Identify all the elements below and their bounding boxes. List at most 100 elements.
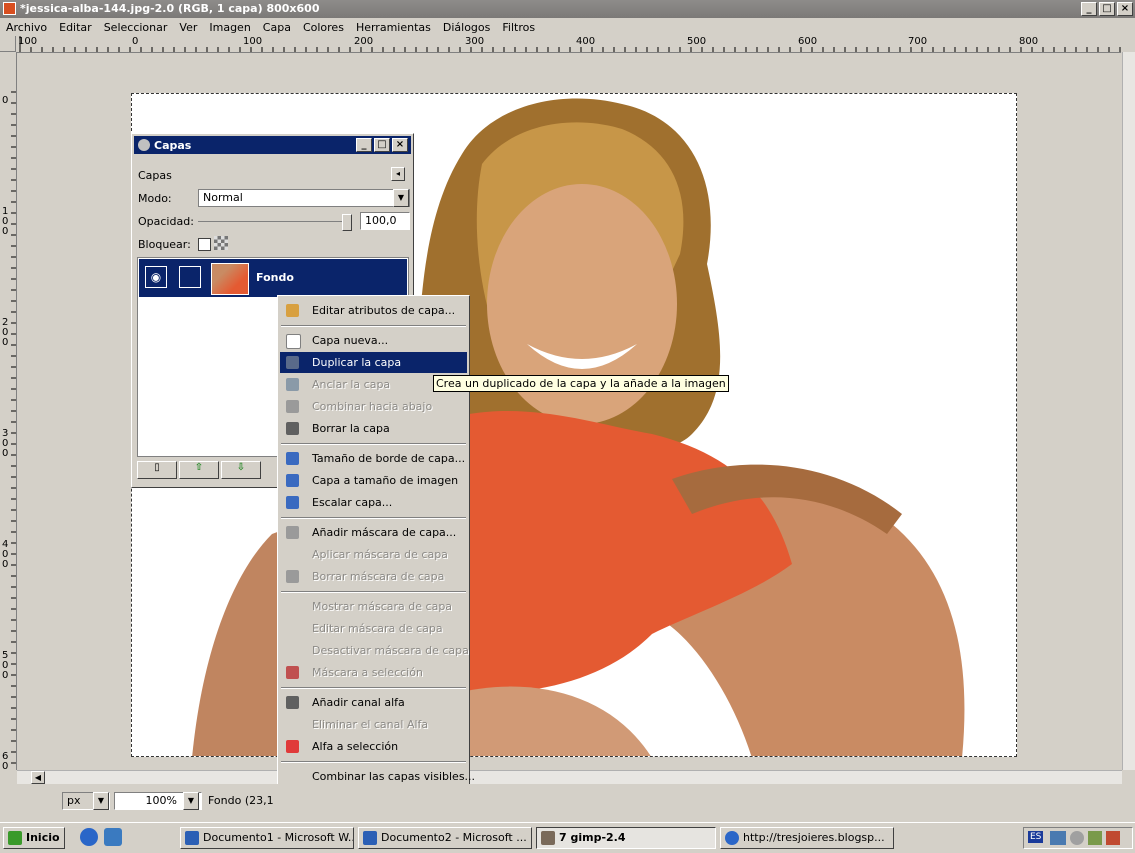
- ie-quicklaunch-icon[interactable]: [80, 828, 98, 846]
- vruler-label: 100: [2, 206, 9, 237]
- start-button[interactable]: Inicio: [3, 827, 65, 849]
- layers-section-label: Capas: [138, 169, 172, 182]
- gimp-app-icon[interactable]: [3, 2, 16, 15]
- close-button[interactable]: ×: [1117, 2, 1133, 16]
- menu-herramientas[interactable]: Herramientas: [350, 21, 437, 34]
- task-browser[interactable]: http://tresjoieres.blogsp...: [720, 827, 894, 849]
- horizontal-ruler[interactable]: 100 0 100 200 300 400 500 600 700 800: [16, 36, 1121, 53]
- hruler-label: 300: [465, 36, 485, 47]
- menu-item[interactable]: Editar atributos de capa...: [280, 300, 467, 321]
- minimize-button[interactable]: _: [1081, 2, 1097, 16]
- menu-editar[interactable]: Editar: [53, 21, 98, 34]
- menu-item[interactable]: Escalar capa...: [280, 492, 467, 513]
- menu-item[interactable]: Mostrar máscara de capa: [280, 596, 467, 617]
- menu-seleccionar[interactable]: Seleccionar: [98, 21, 174, 34]
- menu-item-label: Duplicar la capa: [312, 356, 402, 369]
- dialog-close-button[interactable]: ×: [392, 138, 408, 152]
- merge-down-icon: [286, 400, 299, 413]
- menu-item[interactable]: Capa nueva...: [280, 330, 467, 351]
- scale-icon: [286, 496, 299, 509]
- delete-icon: [286, 422, 299, 435]
- opacity-input[interactable]: 100,0: [360, 212, 410, 230]
- opacity-slider-track[interactable]: [198, 214, 352, 231]
- unit-value: px: [67, 794, 81, 807]
- menu-archivo[interactable]: Archivo: [0, 21, 53, 34]
- menu-capa[interactable]: Capa: [257, 21, 297, 34]
- task-gimp[interactable]: 7 gimp-2.4: [536, 827, 716, 849]
- menu-item[interactable]: Desactivar máscara de capa: [280, 640, 469, 661]
- scroll-left-button[interactable]: ◀: [31, 771, 45, 784]
- tray-app-icon[interactable]: [1070, 831, 1084, 845]
- menu-item[interactable]: Aplicar máscara de capa: [280, 544, 467, 565]
- menu-separator: [281, 325, 466, 327]
- chevron-down-icon[interactable]: ▼: [93, 792, 109, 810]
- menu-item[interactable]: Añadir canal alfa: [280, 692, 467, 713]
- menu-imagen[interactable]: Imagen: [203, 21, 256, 34]
- menu-item[interactable]: Capa a tamaño de imagen: [280, 470, 467, 491]
- chevron-down-icon[interactable]: ▼: [183, 792, 199, 810]
- menu-item-label: Tamaño de borde de capa...: [312, 452, 466, 465]
- start-label: Inicio: [26, 831, 60, 844]
- hruler-label: 600: [798, 36, 818, 47]
- menu-item-label: Eliminar el canal Alfa: [312, 718, 429, 731]
- alpha-icon: [286, 696, 299, 709]
- maximize-button[interactable]: □: [1099, 2, 1115, 16]
- language-indicator[interactable]: ES: [1028, 831, 1044, 843]
- mode-select[interactable]: Normal ▼: [198, 189, 410, 207]
- lock-alpha-checkbox[interactable]: [198, 238, 211, 251]
- zoom-select[interactable]: 100% ▼: [114, 792, 202, 810]
- vruler-label: 300: [2, 428, 9, 459]
- vertical-ruler[interactable]: 0 100 200 300 400 500 600: [0, 52, 17, 770]
- window-title-bar[interactable]: *jessica-alba-144.jpg-2.0 (RGB, 1 capa) …: [0, 0, 1135, 18]
- anchor-icon: [286, 378, 299, 391]
- word-icon: [363, 831, 377, 845]
- lower-layer-icon[interactable]: ⇩: [221, 461, 261, 479]
- task-documento2[interactable]: Documento2 - Microsoft ...: [358, 827, 532, 849]
- dialog-minimize-button[interactable]: _: [356, 138, 372, 152]
- gimp-icon: [541, 831, 555, 845]
- menu-item[interactable]: Alfa a selección: [280, 736, 467, 757]
- edit-icon: [286, 304, 299, 317]
- menu-item-label: Borrar máscara de capa: [312, 570, 445, 583]
- tray-app-icon[interactable]: [1050, 831, 1066, 845]
- chain-toggle[interactable]: [179, 266, 201, 288]
- vertical-scrollbar[interactable]: [1122, 52, 1135, 770]
- tray-app-icon[interactable]: [1106, 831, 1120, 845]
- opacity-slider-thumb[interactable]: [342, 214, 352, 231]
- menu-item[interactable]: Borrar máscara de capa: [280, 566, 467, 587]
- hruler-label: 800: [1019, 36, 1039, 47]
- menu-item[interactable]: Eliminar el canal Alfa: [280, 714, 467, 735]
- dialog-maximize-button[interactable]: □: [374, 138, 390, 152]
- menu-item[interactable]: Editar máscara de capa: [280, 618, 467, 639]
- unit-select[interactable]: px ▼: [62, 792, 110, 810]
- layers-dialog-title-bar[interactable]: Capas _ □ ×: [134, 136, 411, 154]
- eye-icon[interactable]: ◉: [145, 266, 167, 288]
- menu-filtros[interactable]: Filtros: [496, 21, 541, 34]
- hruler-label: 400: [576, 36, 596, 47]
- menu-item[interactable]: Tamaño de borde de capa...: [280, 448, 467, 469]
- task-label: http://tresjoieres.blogsp...: [743, 831, 885, 844]
- layer-row-fondo[interactable]: ◉ Fondo: [139, 259, 407, 297]
- desktop-quicklaunch-icon[interactable]: [104, 828, 122, 846]
- tray-app-icon[interactable]: [1088, 831, 1102, 845]
- menu-ver[interactable]: Ver: [173, 21, 203, 34]
- zoom-value: 100%: [145, 794, 177, 807]
- chevron-down-icon[interactable]: ▼: [393, 189, 409, 207]
- new-layer-icon[interactable]: ▯: [137, 461, 177, 479]
- menu-item[interactable]: Añadir máscara de capa...: [280, 522, 467, 543]
- menu-item[interactable]: Máscara a selección: [280, 662, 467, 683]
- menu-item[interactable]: Duplicar la capa: [280, 352, 467, 373]
- ruler-corner-menu-button[interactable]: [0, 36, 16, 52]
- layer-name[interactable]: Fondo: [256, 271, 294, 284]
- menu-dialogos[interactable]: Diálogos: [437, 21, 497, 34]
- dialog-menu-button[interactable]: ◂: [391, 167, 405, 181]
- menu-colores[interactable]: Colores: [297, 21, 350, 34]
- layers-dialog-title: Capas: [154, 139, 192, 152]
- menu-item[interactable]: Combinar hacia abajo: [280, 396, 467, 417]
- raise-layer-icon[interactable]: ⇧: [179, 461, 219, 479]
- horizontal-scrollbar[interactable]: ◀: [17, 770, 1122, 785]
- task-documento1[interactable]: Documento1 - Microsoft W...: [180, 827, 354, 849]
- menu-item-label: Aplicar máscara de capa: [312, 548, 448, 561]
- vruler-label: 600: [2, 751, 9, 771]
- menu-item[interactable]: Borrar la capa: [280, 418, 467, 439]
